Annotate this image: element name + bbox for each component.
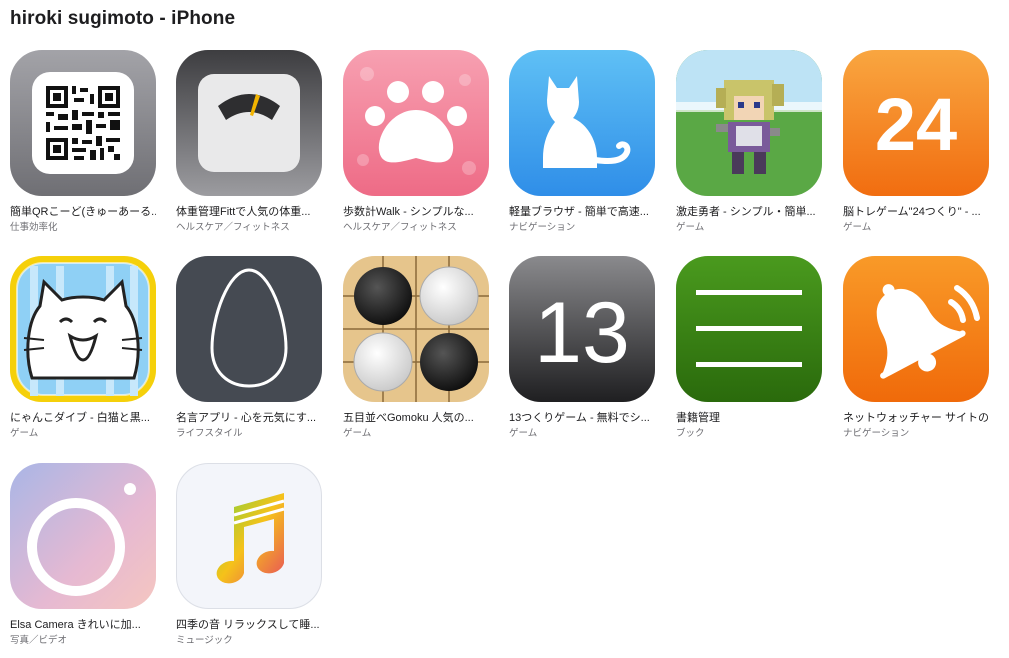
app-category: ナビゲーション: [843, 428, 910, 439]
app-tile[interactable]: 24 脳トレゲーム"24つくり" - ... ゲーム: [843, 50, 993, 234]
app-tile[interactable]: 書籍管理 ブック: [676, 256, 826, 440]
go-stones-icon: [343, 256, 489, 402]
app-category: ゲーム: [10, 428, 39, 439]
cartoon-cat-icon: [10, 256, 156, 402]
app-name: 名言アプリ - 心を元気にす...: [176, 412, 317, 424]
pixel-hero-icon: [676, 50, 822, 196]
app-name: 軽量ブラウザ - 簡単で高速...: [509, 206, 649, 218]
app-tile[interactable]: 軽量ブラウザ - 簡単で高速... ナビゲーション: [509, 50, 659, 234]
app-name: Elsa Camera きれいに加...: [10, 619, 141, 631]
app-category: ゲーム: [509, 428, 538, 439]
app-category: 仕事効率化: [10, 222, 58, 233]
app-tile[interactable]: 五目並べGomoku 人気の... ゲーム: [343, 256, 493, 440]
app-name: 歩数計Walk - シンプルな...: [343, 206, 474, 218]
egg-outline-icon: [176, 256, 322, 402]
app-tile[interactable]: 激走勇者 - シンプル・簡単... ゲーム: [676, 50, 826, 234]
app-category: ゲーム: [343, 428, 372, 439]
three-lines-icon: [676, 256, 822, 402]
app-tile[interactable]: 四季の音 リラックスして睡... ミュージック: [176, 463, 326, 647]
scale-icon: [176, 50, 322, 196]
paw-icon: [343, 50, 489, 196]
icon-glyph: 13: [534, 285, 630, 381]
app-name: 書籍管理: [676, 412, 720, 424]
app-tile[interactable]: にゃんこダイブ - 白猫と黒... ゲーム: [10, 256, 160, 440]
app-category: ヘルスケア／フィットネス: [343, 222, 457, 233]
app-tile[interactable]: 名言アプリ - 心を元気にす... ライフスタイル: [176, 256, 326, 440]
app-tile[interactable]: 体重管理Fittで人気の体重... ヘルスケア／フィットネス: [176, 50, 326, 234]
number-24-icon: 24: [843, 50, 989, 196]
app-tile[interactable]: Elsa Camera きれいに加... 写真／ビデオ: [10, 463, 160, 647]
camera-ring-icon: [10, 463, 156, 609]
app-category: ブック: [676, 428, 705, 439]
app-name: ネットウォッチャー サイトの...: [843, 412, 989, 424]
app-name: 13つくりゲーム - 無料でシ...: [509, 412, 650, 424]
qr-code-icon: [10, 50, 156, 196]
app-name: 激走勇者 - シンプル・簡単...: [676, 206, 816, 218]
app-category: ナビゲーション: [509, 222, 576, 233]
app-category: ミュージック: [176, 635, 233, 646]
music-note-icon: [176, 463, 322, 609]
app-category: ヘルスケア／フィットネス: [176, 222, 290, 233]
app-category: ライフスタイル: [176, 428, 243, 439]
app-name: 体重管理Fittで人気の体重...: [176, 206, 311, 218]
app-name: 脳トレゲーム"24つくり" - ...: [843, 206, 981, 218]
app-tile[interactable]: 簡単QRこーど(きゅーあーる... 仕事効率化: [10, 50, 160, 234]
cat-silhouette-icon: [509, 50, 655, 196]
app-category: ゲーム: [676, 222, 705, 233]
app-tile[interactable]: ネットウォッチャー サイトの... ナビゲーション: [843, 256, 993, 440]
app-tile[interactable]: 歩数計Walk - シンプルな... ヘルスケア／フィットネス: [343, 50, 493, 234]
app-name: 四季の音 リラックスして睡...: [176, 619, 320, 631]
app-name: 五目並べGomoku 人気の...: [343, 412, 474, 424]
app-grid: 簡単QRこーど(きゅーあーる... 仕事効率化 体重管理Fittで人気の体重..…: [0, 0, 1009, 658]
app-category: ゲーム: [843, 222, 872, 233]
number-13-icon: 13: [509, 256, 655, 402]
app-name: 簡単QRこーど(きゅーあーる...: [10, 206, 156, 218]
app-category: 写真／ビデオ: [10, 635, 68, 646]
icon-glyph: 24: [875, 83, 957, 166]
app-name: にゃんこダイブ - 白猫と黒...: [10, 412, 150, 424]
app-tile[interactable]: 13 13つくりゲーム - 無料でシ... ゲーム: [509, 256, 659, 440]
bell-icon: [843, 256, 989, 402]
